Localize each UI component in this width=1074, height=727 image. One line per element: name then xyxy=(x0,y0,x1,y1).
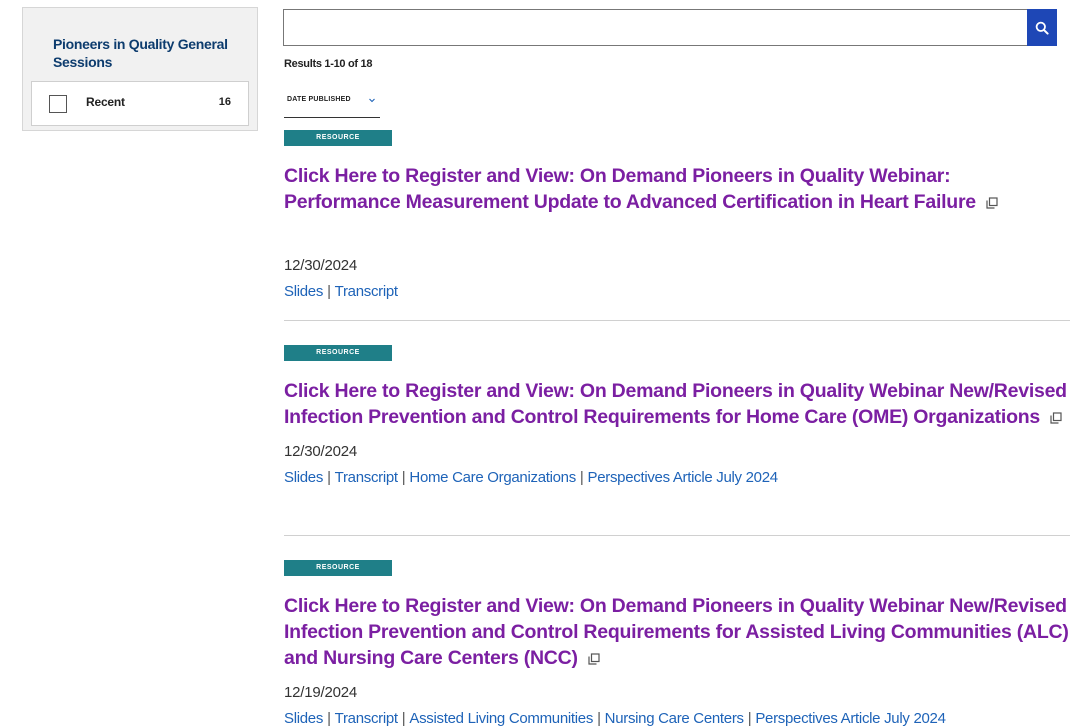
result-date: 12/19/2024 xyxy=(284,684,358,701)
filter-option-recent[interactable]: Recent 16 xyxy=(31,81,249,126)
result-link[interactable]: Slides xyxy=(284,283,323,300)
chevron-down-icon xyxy=(369,98,375,103)
result-link[interactable]: Transcript xyxy=(335,283,398,300)
resource-badge: RESOURCE xyxy=(284,560,392,576)
sort-label: DATE PUBLISHED xyxy=(287,96,351,103)
result-date: 12/30/2024 xyxy=(284,443,358,460)
recent-checkbox[interactable] xyxy=(49,95,67,113)
resource-badge: RESOURCE xyxy=(284,130,392,146)
filter-sidebar: Pioneers in Quality General Sessions Rec… xyxy=(22,7,258,131)
result-title-link[interactable]: Click Here to Register and View: On Dema… xyxy=(284,378,1070,430)
result-title-text: Click Here to Register and View: On Dema… xyxy=(284,380,1067,428)
result-title-link[interactable]: Click Here to Register and View: On Dema… xyxy=(284,593,1070,671)
result-link[interactable]: Nursing Care Centers xyxy=(605,710,744,727)
result-item: RESOURCE Click Here to Register and View… xyxy=(284,345,1070,486)
result-item: RESOURCE Click Here to Register and View… xyxy=(284,560,1070,727)
result-link[interactable]: Home Care Organizations xyxy=(409,469,576,486)
divider xyxy=(284,320,1070,321)
external-link-icon xyxy=(986,197,998,209)
result-links: Slides | Transcript | Assisted Living Commun… xyxy=(284,710,946,727)
search-input[interactable] xyxy=(283,9,1027,46)
result-title-text: Click Here to Register and View: On Dema… xyxy=(284,165,976,213)
results-count: Results 1-10 of 18 xyxy=(284,58,373,70)
filter-count: 16 xyxy=(218,96,231,108)
result-item: RESOURCE Click Here to Register and View… xyxy=(284,130,1070,300)
search-icon xyxy=(1035,21,1049,35)
result-links: Slides | Transcript | Home Care Organization… xyxy=(284,469,779,486)
result-link[interactable]: Perspectives Article July 2024 xyxy=(755,710,946,727)
result-title-link[interactable]: Click Here to Register and View: On Dema… xyxy=(284,163,1070,215)
sort-dropdown[interactable]: DATE PUBLISHED xyxy=(284,88,380,118)
divider xyxy=(284,535,1070,536)
result-title-text: Click Here to Register and View: On Dema… xyxy=(284,595,1069,669)
filter-label: Recent xyxy=(86,95,125,109)
result-link[interactable]: Assisted Living Communities xyxy=(409,710,593,727)
resource-badge: RESOURCE xyxy=(284,345,392,361)
result-link[interactable]: Slides xyxy=(284,469,323,486)
result-links: Slides | Transcript xyxy=(284,283,398,300)
result-link[interactable]: Transcript xyxy=(335,710,398,727)
result-date: 12/30/2024 xyxy=(284,257,358,274)
result-link[interactable]: Transcript xyxy=(335,469,398,486)
result-link[interactable]: Slides xyxy=(284,710,323,727)
external-link-icon xyxy=(1050,412,1062,424)
sidebar-title: Pioneers in Quality General Sessions xyxy=(53,36,228,70)
result-link[interactable]: Perspectives Article July 2024 xyxy=(588,469,779,486)
search-button[interactable] xyxy=(1027,9,1057,46)
external-link-icon xyxy=(588,653,600,665)
